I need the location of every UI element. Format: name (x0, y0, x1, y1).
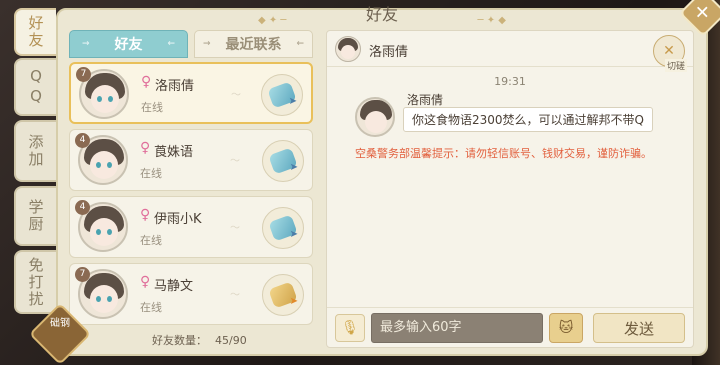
voice-button[interactable]: 🎙 (335, 314, 365, 342)
arrow-icon: ➤ (288, 96, 297, 107)
side-tab-do-not-disturb[interactable]: 免打扰 (14, 250, 56, 314)
friend-name: 洛雨倩 (155, 79, 195, 94)
friend-count: 好友数量： 45/90 (152, 332, 247, 348)
side-tab-label: QQ (27, 67, 45, 107)
avatar[interactable] (335, 36, 361, 62)
send-button[interactable]: 发送 (593, 313, 685, 343)
side-tab-label: 学厨 (26, 199, 45, 233)
arrow-icon: ➤ (289, 296, 298, 307)
friend-card[interactable]: 7 ♀ 马静文 ～ 在线 ➤ (69, 263, 313, 325)
friend-list-column: → 好友 ← → 最近联系 ← 7 ♀ 洛雨倩 ～ 在线 ➤ 4 ♀ 莨姝语 ～… (64, 30, 318, 348)
card-decoration-icon: ～ (230, 223, 240, 234)
female-icon: ♀ (140, 140, 151, 156)
send-gift-button[interactable]: ➤ (262, 274, 304, 316)
panel-title-bar: ◆ ✦ ─ 好友 ─ ✦ ◆ (58, 2, 706, 28)
message-timestamp: 19:31 (494, 75, 526, 88)
friend-status: 在线 (140, 234, 162, 247)
send-gift-button[interactable]: ➤ (262, 207, 304, 249)
emoji-button[interactable]: 🐱 (549, 313, 583, 343)
friend-name: 伊雨小K (154, 212, 202, 227)
tab-recent-contacts[interactable]: → 最近联系 ← (194, 30, 313, 58)
chat-partner-name: 洛雨倩 (369, 45, 409, 60)
level-badge: 7 (75, 267, 90, 282)
tab-decoration-icon: → (82, 39, 90, 49)
list-tabs: → 好友 ← → 最近联系 ← (69, 30, 313, 58)
tab-decoration-icon: ← (296, 39, 304, 49)
send-gift-button[interactable]: ➤ (262, 140, 304, 182)
message-sender: 洛雨倩 (407, 93, 444, 107)
friend-name: 马静文 (154, 279, 194, 294)
level-badge: 4 (75, 133, 90, 148)
corner-badge-label: 础钢 (50, 318, 70, 329)
input-bar: 🎙 最多输入60字 🐱 发送 (327, 307, 693, 347)
tab-friends-label: 好友 (114, 37, 143, 53)
chat-header: 洛雨倩 ✕ 切磋 (327, 31, 693, 72)
friend-card[interactable]: 7 ♀ 洛雨倩 ～ 在线 ➤ (69, 62, 313, 124)
female-icon: ♀ (140, 274, 151, 290)
level-badge: 7 (76, 67, 91, 82)
tab-friends[interactable]: → 好友 ← (69, 30, 188, 58)
tab-recent-label: 最近联系 (225, 37, 282, 53)
female-icon: ♀ (140, 207, 151, 223)
friends-panel: ◆ ✦ ─ 好友 ─ ✦ ◆ ✕ → 好友 ← → 最近联系 ← 7 ♀ 洛雨倩 (56, 0, 720, 356)
message-bubble: 你这食物语2300焚么，可以通过解邦不带Q (403, 107, 653, 132)
side-tab-label: 添加 (26, 134, 45, 168)
crossed-utensils-icon: ✕ (663, 43, 675, 59)
duel-label: 切磋 (664, 59, 687, 72)
close-icon: ✕ (695, 2, 711, 24)
avatar[interactable] (355, 97, 395, 137)
friend-status: 在线 (140, 167, 162, 180)
chat-panel: 洛雨倩 ✕ 切磋 19:31 洛雨倩 你这食物语2300焚么，可以通过解邦不带Q… (326, 30, 694, 348)
friend-count-label: 好友数量： (152, 334, 207, 347)
card-decoration-icon: ～ (231, 90, 241, 101)
message-input[interactable]: 最多输入60字 (371, 313, 543, 343)
arrow-icon: ➤ (289, 229, 298, 240)
friend-card[interactable]: 4 ♀ 莨姝语 ～ 在线 ➤ (69, 129, 313, 191)
panel-title: 好友 (365, 5, 398, 24)
friend-status: 在线 (140, 301, 162, 314)
card-decoration-icon: ～ (230, 156, 240, 167)
side-tab-learn-cooking[interactable]: 学厨 (14, 186, 56, 246)
friend-name: 莨姝语 (154, 145, 194, 160)
arrow-icon: ➤ (289, 162, 298, 173)
side-tab-label: 免打扰 (26, 256, 45, 308)
level-badge: 4 (75, 200, 90, 215)
fraud-warning: 空桑警务部温馨提示：请勿轻信账号、钱财交易，谨防诈骗。 (355, 147, 652, 160)
microphone-icon: 🎙 (341, 320, 359, 336)
send-gift-button[interactable]: ➤ (261, 74, 303, 116)
side-tab-qq[interactable]: QQ (14, 58, 56, 116)
friend-count-value: 45/90 (215, 334, 247, 347)
side-tab-label: 好友 (26, 15, 45, 49)
tab-decoration-icon: ← (167, 39, 175, 49)
card-decoration-icon: ～ (230, 290, 240, 301)
tab-decoration-icon: → (203, 39, 211, 49)
side-tab-add[interactable]: 添加 (14, 120, 56, 182)
friend-status: 在线 (141, 101, 163, 114)
female-icon: ♀ (141, 74, 152, 90)
friend-card[interactable]: 4 ♀ 伊雨小K ～ 在线 ➤ (69, 196, 313, 258)
cat-face-icon: 🐱 (558, 320, 574, 336)
side-tab-friends[interactable]: 好友 (14, 8, 56, 56)
